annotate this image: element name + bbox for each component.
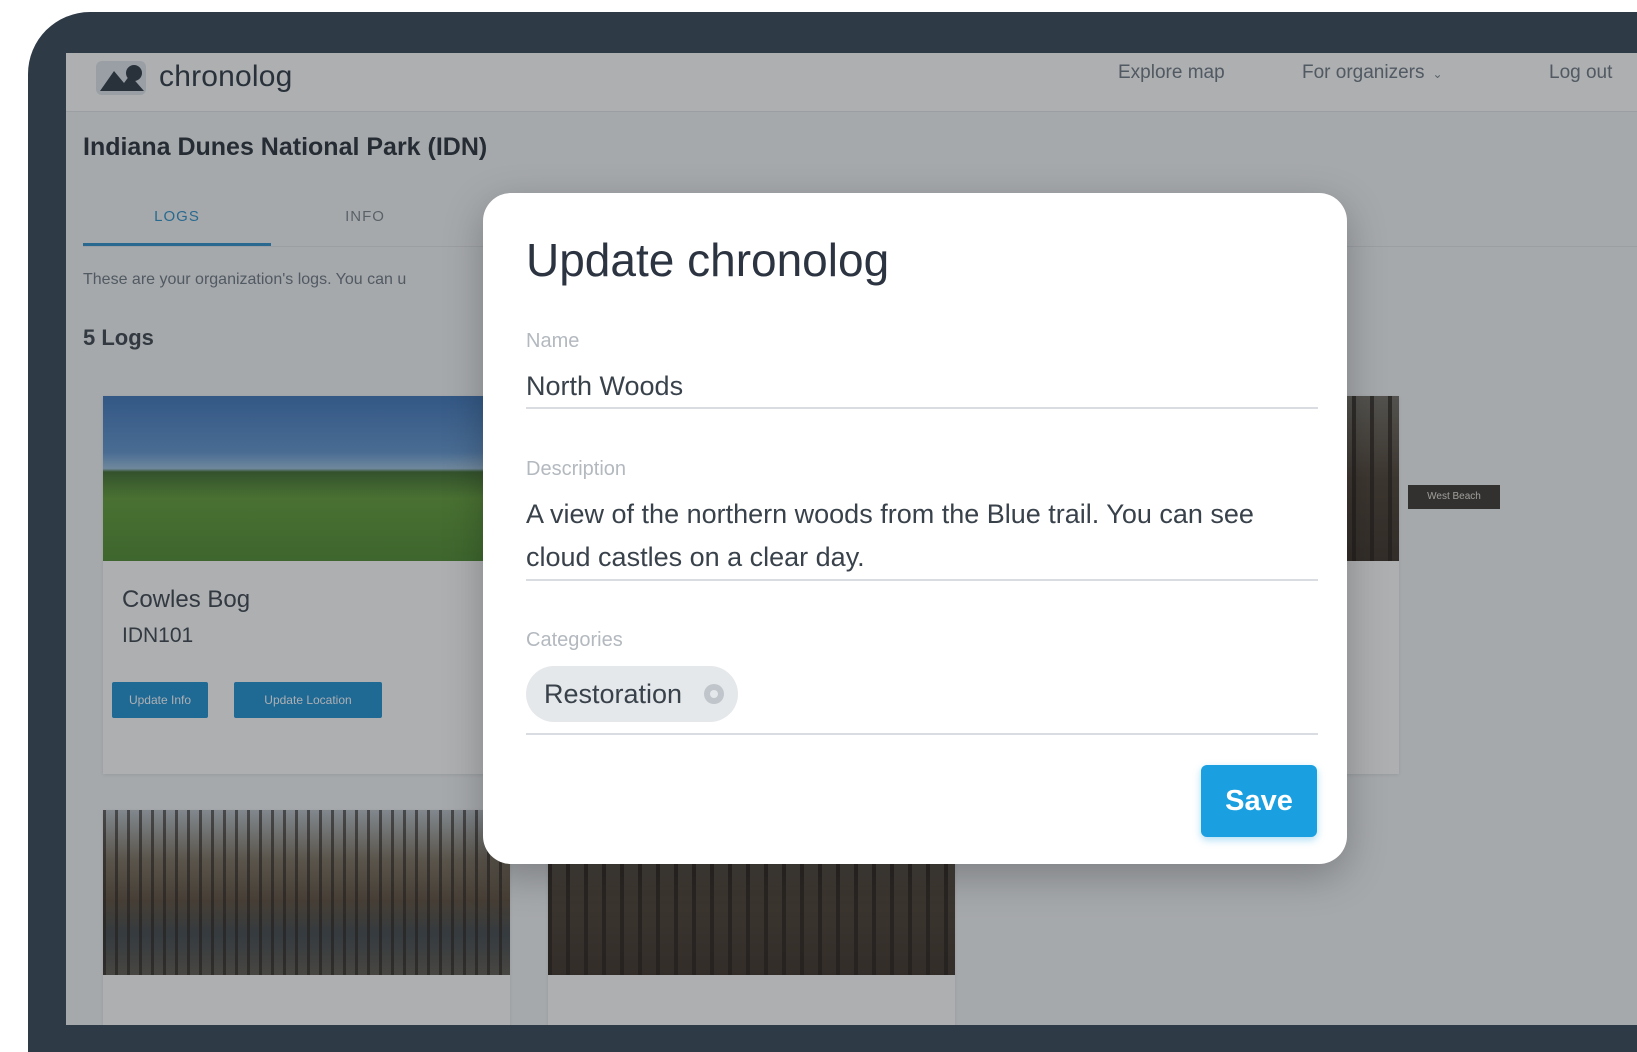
update-chronolog-dialog: Update chronolog Name North Woods Descri…	[483, 193, 1347, 864]
dialog-title: Update chronolog	[526, 234, 890, 286]
category-chip-label: Restoration	[544, 679, 683, 709]
description-label: Description	[526, 458, 627, 480]
categories-field-underline[interactable]	[526, 733, 1318, 735]
name-field[interactable]: North Woods	[526, 365, 1318, 408]
categories-label: Categories	[526, 629, 623, 651]
description-field-underline	[526, 579, 1318, 581]
remove-chip-icon[interactable]	[704, 684, 725, 704]
save-button[interactable]: Save	[1201, 765, 1317, 837]
name-field-underline	[526, 407, 1318, 409]
name-label: Name	[526, 330, 580, 352]
description-field[interactable]: A view of the northern woods from the Bl…	[526, 493, 1318, 579]
category-chip-restoration[interactable]: Restoration	[526, 666, 739, 722]
